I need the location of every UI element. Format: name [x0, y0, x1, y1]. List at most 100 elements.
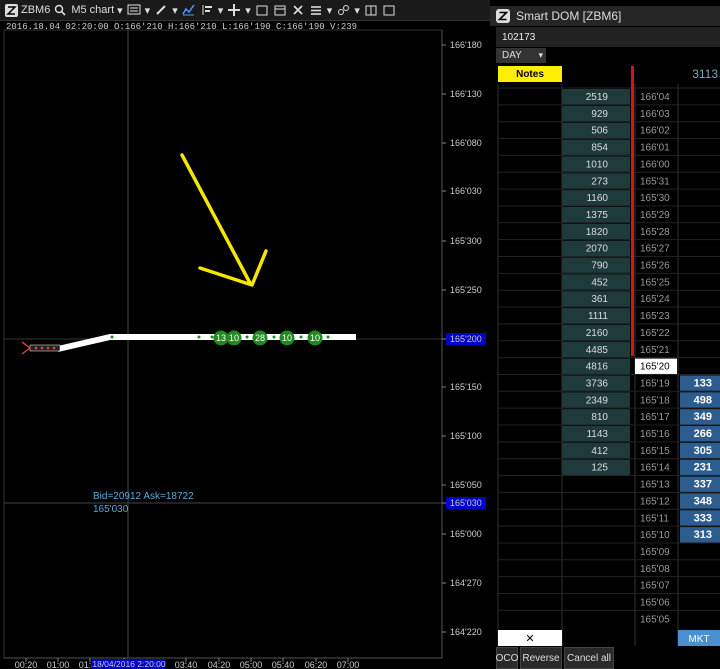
- crosshair-date-label: 18/04/2016 2:20:00: [92, 659, 166, 669]
- tick-dot: [245, 335, 249, 339]
- price-tick-label: 164'220: [450, 627, 482, 637]
- cancel-all-button[interactable]: Cancel all: [564, 647, 614, 669]
- time-tick-label: 05:00: [240, 660, 263, 669]
- chart-panel[interactable]: ZBM6 M5 chart ▾ ▾ ▾ ▾ ▾ ▾ ▾ 2016.18.04 0…: [0, 0, 490, 669]
- bid-size: 1010: [586, 159, 609, 170]
- price-level: 166'02: [640, 126, 670, 137]
- tick-dot: [272, 335, 276, 339]
- price-level: 165'14: [640, 463, 670, 474]
- price-level: 165'21: [640, 345, 670, 356]
- ask-size: 337: [694, 479, 712, 491]
- bid-ask-label: Bid=20912 Ask=18722: [93, 491, 194, 502]
- bid-size: 790: [591, 261, 608, 272]
- price-level: 165'22: [640, 328, 670, 339]
- price-level: 166'03: [640, 109, 670, 120]
- bid-size: 4816: [586, 362, 609, 373]
- bid-size: 929: [591, 109, 608, 120]
- smart-dom-panel[interactable]: Smart DOM [ZBM6] 102173 DAY ▾ Notes 3113…: [490, 0, 720, 669]
- tick-dot: [110, 335, 114, 339]
- bid-size: 361: [591, 294, 608, 305]
- time-tick-label: 06:20: [305, 660, 328, 669]
- price-level: 165'28: [640, 227, 670, 238]
- tick-dot: [210, 335, 214, 339]
- price-tick-label: 165'150: [450, 382, 482, 392]
- time-tick-label: 00:20: [15, 660, 38, 669]
- bid-size: 3736: [586, 378, 609, 389]
- price-tick-label: 166'130: [450, 89, 482, 99]
- price-level: 165'18: [640, 395, 670, 406]
- tick-dot: [299, 335, 303, 339]
- time-tick-label: 01:00: [47, 660, 70, 669]
- bid-size: 1111: [588, 311, 608, 322]
- price-tick-label: 165'030: [450, 498, 482, 508]
- volume-bubble-label: 10: [229, 333, 239, 343]
- bid-size: 2070: [586, 244, 609, 255]
- arrow-head: [198, 249, 268, 287]
- price-tick-label: 166'180: [450, 40, 482, 50]
- tick-dot: [46, 346, 50, 350]
- price-level: 165'16: [640, 429, 670, 440]
- price-level: 165'20: [640, 362, 670, 373]
- price-level: 165'24: [640, 294, 670, 305]
- volume-bubble-label: 13: [216, 333, 226, 343]
- bid-size: 2160: [586, 328, 609, 339]
- price-chart[interactable]: 166'180 166'130 166'080 166'030 165'300 165'2…: [0, 0, 490, 669]
- tick-dot: [34, 346, 38, 350]
- price-level: 165'25: [640, 277, 670, 288]
- bid-size: 412: [591, 446, 608, 457]
- arrow-shaft: [180, 153, 252, 285]
- price-level: 165'07: [640, 581, 670, 592]
- bid-size: 4485: [586, 345, 609, 356]
- tick-dot: [40, 346, 44, 350]
- close-icon: ✕: [525, 632, 534, 645]
- price-bar-indicator: [631, 66, 634, 356]
- bid-size: 125: [591, 463, 608, 474]
- price-level: 165'13: [640, 480, 670, 491]
- price-level: 165'29: [640, 210, 670, 221]
- price-level: 165'05: [640, 614, 670, 625]
- price-level: 165'31: [640, 176, 670, 187]
- volume-bubble-label: 28: [255, 333, 265, 343]
- time-tick-label: 04:20: [208, 660, 231, 669]
- price-line: [21, 334, 356, 355]
- annotation-arrow: [180, 153, 268, 287]
- tick-dot: [52, 346, 56, 350]
- ask-size: 305: [694, 445, 712, 457]
- price-tick-label: 165'100: [450, 431, 482, 441]
- price-tick-label: 165'050: [450, 480, 482, 490]
- bid-size: 1160: [586, 193, 608, 204]
- bid-size: 1143: [586, 429, 608, 440]
- price-tick-label: 164'270: [450, 578, 482, 588]
- crosshair-price-label: 165'030: [93, 504, 129, 515]
- ask-size: 333: [694, 512, 712, 524]
- price-level: 165'27: [640, 244, 670, 255]
- volume-bubble-label: 10: [282, 333, 292, 343]
- price-level: 165'30: [640, 193, 670, 204]
- time-tick-label: 03:40: [175, 660, 198, 669]
- price-level: 166'04: [640, 92, 670, 103]
- price-tick-label: 165'200: [450, 334, 482, 344]
- price-level: 165'19: [640, 378, 670, 389]
- price-tick-label: 165'250: [450, 285, 482, 295]
- bid-size: 273: [591, 176, 608, 187]
- oco-button[interactable]: OCO: [496, 647, 518, 669]
- line-start-segment: [29, 344, 61, 352]
- reverse-button[interactable]: Reverse: [520, 647, 562, 669]
- price-level: 165'08: [640, 564, 670, 575]
- price-tick-label: 165'300: [450, 236, 482, 246]
- ask-size: 313: [694, 529, 712, 541]
- price-level: 166'01: [640, 143, 670, 154]
- tick-dot: [326, 335, 330, 339]
- bid-size: 810: [591, 412, 608, 423]
- dom-ladder[interactable]: 2519 166'04 929 166'03 506 166'02 854 166'01 101…: [490, 0, 720, 669]
- ask-size: 133: [694, 377, 712, 389]
- ask-size: 349: [694, 411, 712, 423]
- bid-size: 854: [591, 143, 608, 154]
- bid-size: 2519: [586, 92, 609, 103]
- ask-size: 231: [694, 462, 712, 474]
- time-tick-label: 05:40: [272, 660, 295, 669]
- price-tick-label: 166'080: [450, 138, 482, 148]
- price-level: 165'12: [640, 496, 670, 507]
- price-tick-label: 166'030: [450, 186, 482, 196]
- line-start-marker: [21, 341, 31, 355]
